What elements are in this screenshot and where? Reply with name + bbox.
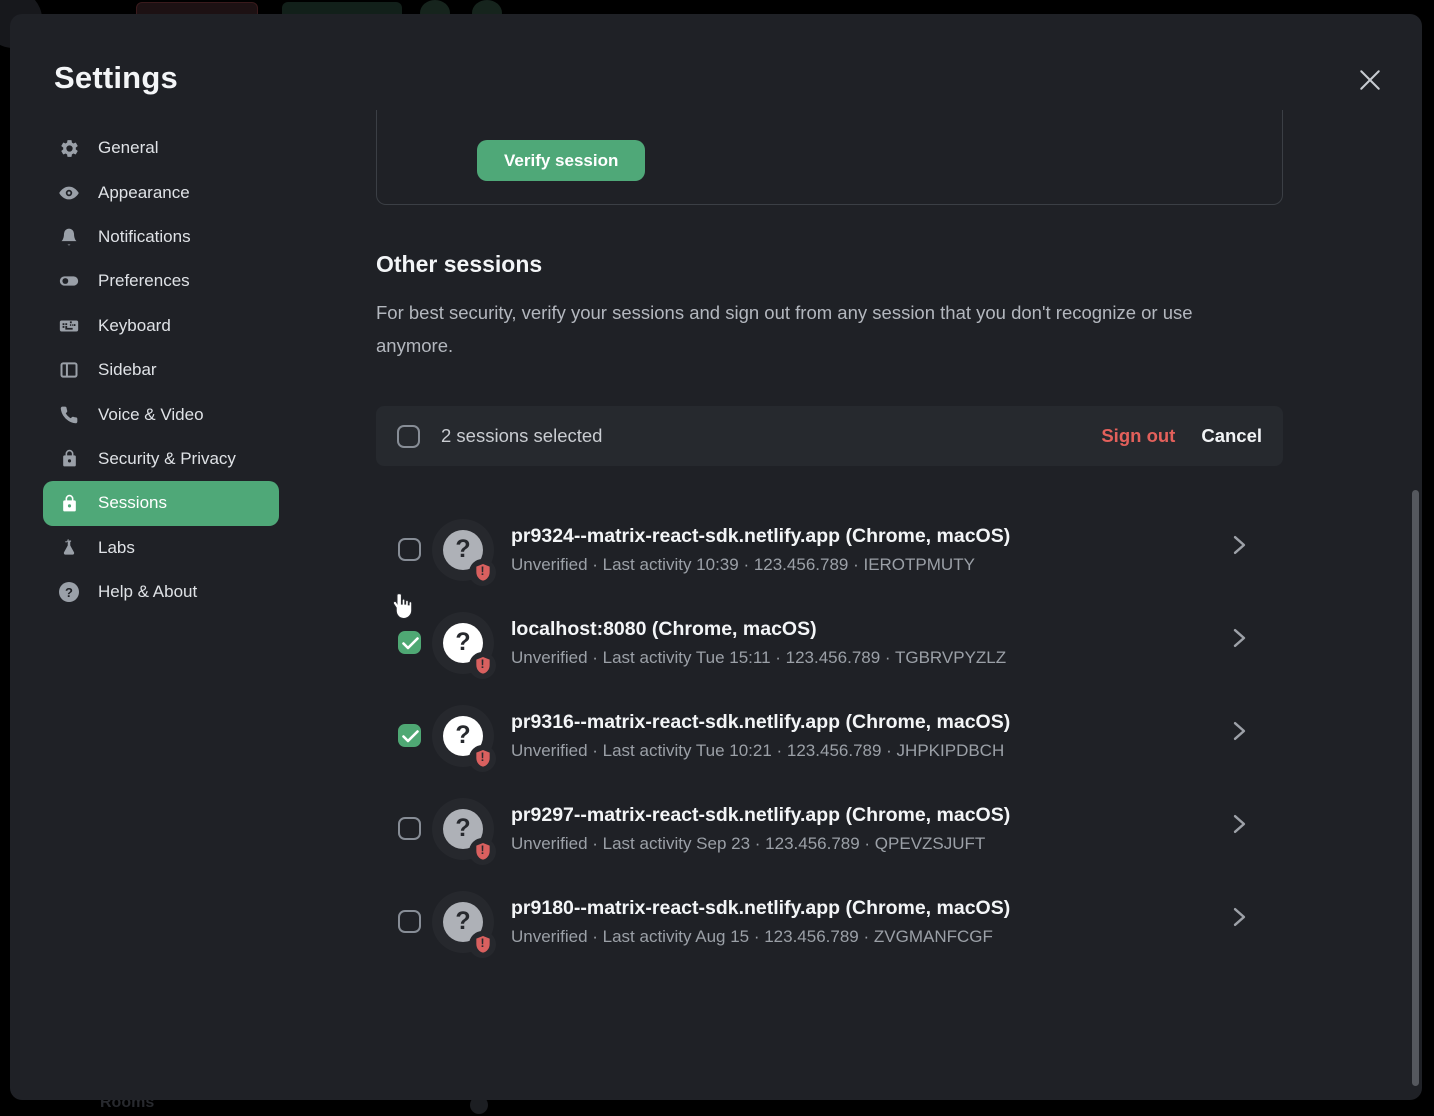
scrollbar-thumb[interactable] [1412, 490, 1419, 1086]
session-checkbox[interactable] [398, 817, 421, 840]
close-button[interactable] [1348, 58, 1392, 102]
nav-item-security-privacy[interactable]: Security & Privacy [43, 437, 279, 481]
session-checkbox[interactable] [398, 631, 421, 654]
unverified-shield-icon: ! [469, 559, 496, 586]
nav-item-preferences[interactable]: Preferences [43, 259, 279, 303]
select-all-checkbox[interactable] [397, 425, 420, 448]
chevron-right-icon[interactable] [1232, 628, 1247, 653]
nav-label: Keyboard [98, 316, 171, 336]
session-details: Unverified · Last activity 10:39 · 123.4… [511, 555, 1010, 575]
nav-item-help-about[interactable]: ? Help & About [43, 570, 279, 614]
nav-item-general[interactable]: General [43, 126, 279, 170]
selection-count-label: 2 sessions selected [441, 425, 602, 447]
flask-icon [58, 537, 80, 559]
settings-nav: General Appearance Notifications Prefere… [43, 126, 279, 614]
phone-icon [58, 404, 80, 426]
nav-label: Notifications [98, 227, 191, 247]
selection-bar: 2 sessions selected Sign out Cancel [376, 406, 1283, 466]
session-name: pr9316--matrix-react-sdk.netlify.app (Ch… [511, 711, 1010, 734]
cancel-button[interactable]: Cancel [1201, 425, 1262, 447]
gear-icon [58, 137, 80, 159]
unverified-shield-icon: ! [469, 838, 496, 865]
nav-label: Help & About [98, 582, 197, 602]
nav-label: Sidebar [98, 360, 157, 380]
nav-label: Sessions [98, 493, 167, 513]
lock-icon [58, 492, 80, 514]
session-avatar: ? ! [432, 798, 494, 860]
nav-item-labs[interactable]: Labs [43, 526, 279, 570]
bell-icon [58, 226, 80, 248]
session-name: localhost:8080 (Chrome, macOS) [511, 618, 1006, 641]
session-details: Unverified · Last activity Tue 10:21 · 1… [511, 741, 1010, 761]
nav-label: Security & Privacy [98, 449, 236, 469]
nav-label: Preferences [98, 271, 190, 291]
nav-item-sidebar[interactable]: Sidebar [43, 348, 279, 392]
session-avatar: ? ! [432, 612, 494, 674]
session-row[interactable]: ? ! localhost:8080 (Chrome, macOS) Unver… [376, 596, 1283, 689]
toggle-icon [58, 270, 80, 292]
nav-item-appearance[interactable]: Appearance [43, 170, 279, 214]
session-details: Unverified · Last activity Sep 23 · 123.… [511, 834, 1010, 854]
session-row[interactable]: ? ! pr9316--matrix-react-sdk.netlify.app… [376, 689, 1283, 782]
session-list: ? ! pr9324--matrix-react-sdk.netlify.app… [376, 503, 1283, 968]
unverified-shield-icon: ! [469, 931, 496, 958]
session-checkbox[interactable] [398, 724, 421, 747]
nav-item-keyboard[interactable]: Keyboard [43, 304, 279, 348]
nav-item-sessions[interactable]: Sessions [43, 481, 279, 525]
session-row[interactable]: ? ! pr9324--matrix-react-sdk.netlify.app… [376, 503, 1283, 596]
nav-label: Appearance [98, 183, 190, 203]
chevron-right-icon[interactable] [1232, 814, 1247, 839]
other-sessions-description: For best security, verify your sessions … [376, 296, 1206, 362]
sign-out-button[interactable]: Sign out [1101, 425, 1175, 447]
unverified-shield-icon: ! [469, 745, 496, 772]
session-checkbox[interactable] [398, 538, 421, 561]
session-avatar: ? ! [432, 705, 494, 767]
chevron-right-icon[interactable] [1232, 721, 1247, 746]
unverified-shield-icon: ! [469, 652, 496, 679]
session-name: pr9180--matrix-react-sdk.netlify.app (Ch… [511, 897, 1010, 920]
nav-item-voice-video[interactable]: Voice & Video [43, 392, 279, 436]
session-details: Unverified · Last activity Tue 15:11 · 1… [511, 648, 1006, 668]
sidebar-icon [58, 359, 80, 381]
session-avatar: ? ! [432, 519, 494, 581]
session-avatar: ? ! [432, 891, 494, 953]
help-icon: ? [58, 581, 80, 603]
session-row[interactable]: ? ! pr9297--matrix-react-sdk.netlify.app… [376, 782, 1283, 875]
lock-icon [58, 448, 80, 470]
session-name: pr9297--matrix-react-sdk.netlify.app (Ch… [511, 804, 1010, 827]
verify-session-button[interactable]: Verify session [477, 140, 645, 181]
nav-label: Voice & Video [98, 405, 204, 425]
session-row[interactable]: ? ! pr9180--matrix-react-sdk.netlify.app… [376, 875, 1283, 968]
nav-item-notifications[interactable]: Notifications [43, 215, 279, 259]
nav-label: Labs [98, 538, 135, 558]
settings-dialog: Settings General Appearance Notification… [10, 14, 1422, 1100]
chevron-right-icon[interactable] [1232, 907, 1247, 932]
session-checkbox[interactable] [398, 910, 421, 933]
nav-label: General [98, 138, 158, 158]
other-sessions-title: Other sessions [376, 251, 542, 278]
chevron-right-icon[interactable] [1232, 535, 1247, 560]
keyboard-icon [58, 315, 80, 337]
eye-icon [58, 182, 80, 204]
close-icon [1355, 65, 1385, 95]
session-details: Unverified · Last activity Aug 15 · 123.… [511, 927, 1010, 947]
session-name: pr9324--matrix-react-sdk.netlify.app (Ch… [511, 525, 1010, 548]
dialog-title: Settings [54, 60, 178, 96]
current-session-box: Verify session [376, 110, 1283, 205]
